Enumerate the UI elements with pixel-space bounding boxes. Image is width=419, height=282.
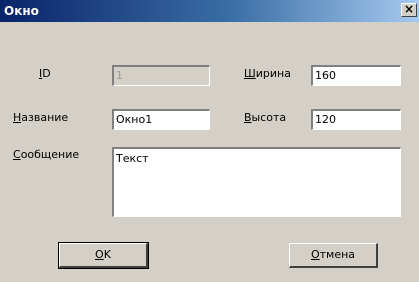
width-field[interactable]: 160 xyxy=(311,65,401,86)
id-field: 1 xyxy=(112,65,210,86)
window-title: Окно xyxy=(4,4,39,18)
title-bar[interactable]: Окно × xyxy=(0,0,419,22)
id-label: ID xyxy=(39,67,51,80)
height-label: Высота xyxy=(244,111,287,124)
close-icon: × xyxy=(403,2,415,16)
height-field[interactable]: 120 xyxy=(311,109,401,130)
message-label: Сообщение xyxy=(13,148,80,161)
name-label: Название xyxy=(13,111,69,124)
cancel-button[interactable]: Отмена xyxy=(289,243,378,268)
message-field[interactable]: Текст xyxy=(112,147,401,217)
ok-button[interactable]: ОK xyxy=(58,242,149,269)
width-label: Ширина xyxy=(244,67,291,80)
close-button[interactable]: × xyxy=(401,3,417,17)
name-field[interactable]: Окно1 xyxy=(112,109,210,130)
